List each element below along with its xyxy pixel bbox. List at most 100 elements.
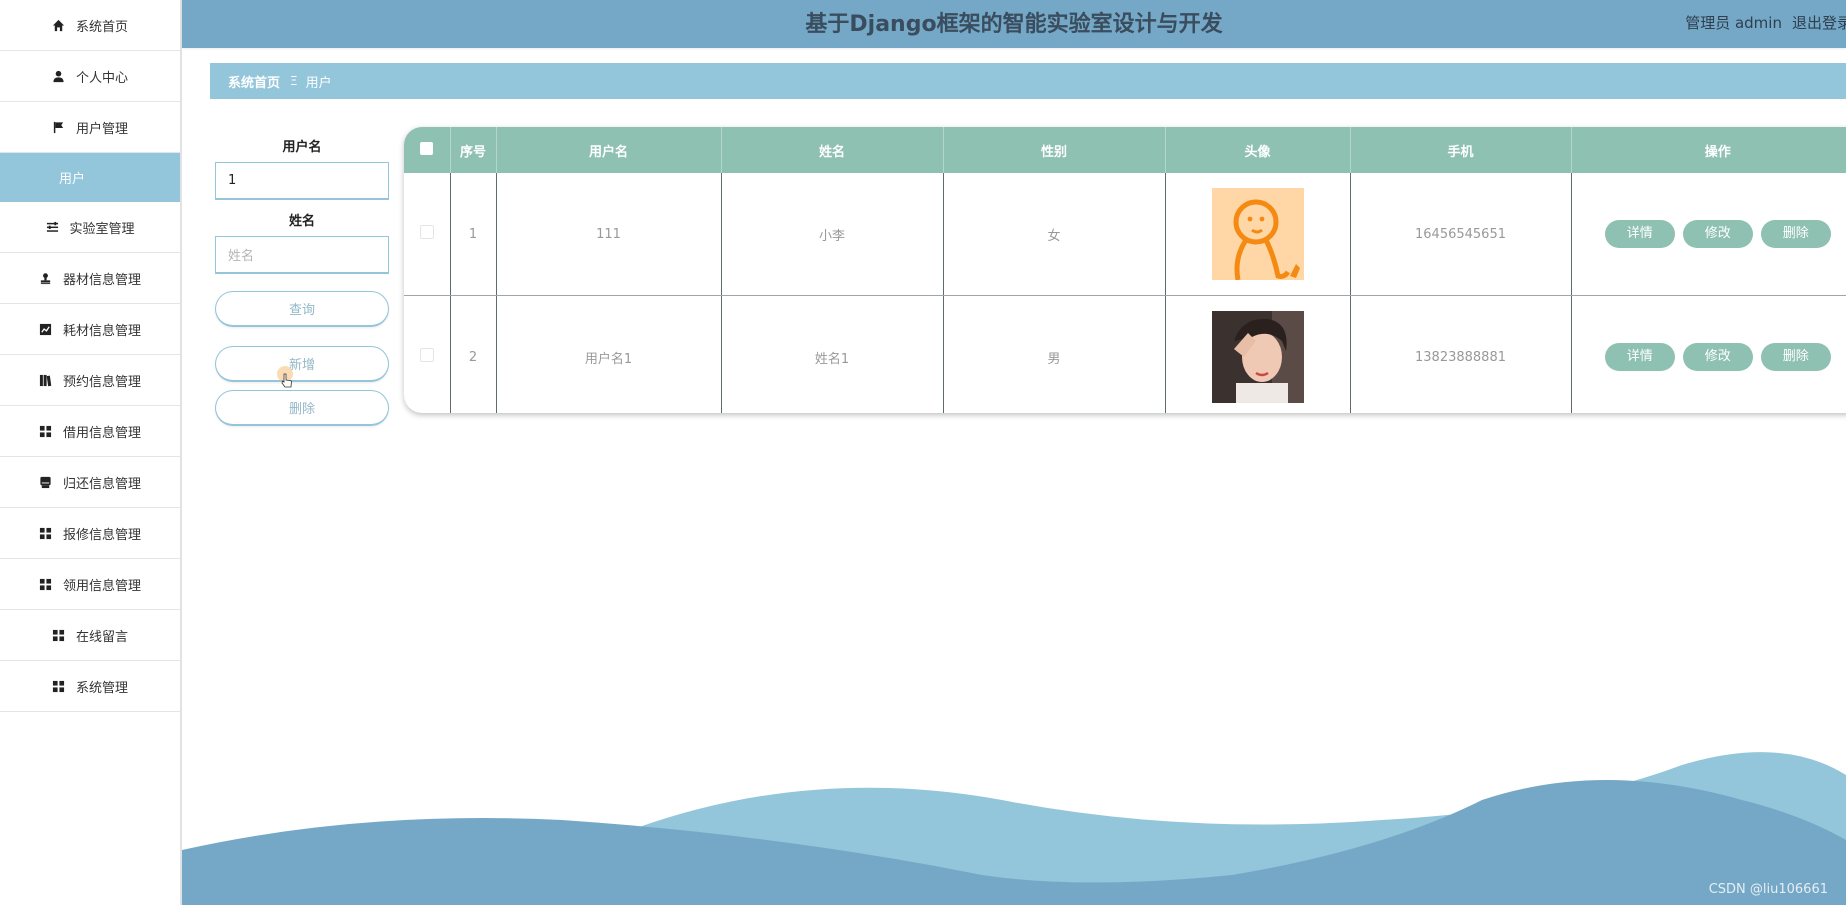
sidebar-item-home[interactable]: 系统首页	[0, 0, 180, 51]
edit-button[interactable]: 修改	[1682, 343, 1753, 371]
table-header-row: 序号 用户名 姓名 性别 头像 手机 操作	[404, 127, 1846, 173]
grid-icon	[39, 526, 53, 540]
cell-avatar	[1165, 295, 1351, 413]
drive-icon	[39, 475, 53, 489]
breadcrumb-current: 用户	[305, 75, 332, 91]
sidebar-item-label: 器材信息管理	[62, 272, 141, 288]
column-header: 用户名	[496, 127, 722, 173]
stamp-icon	[39, 271, 53, 285]
row-select-cell	[404, 173, 451, 296]
grid-icon	[52, 679, 66, 693]
row-checkbox[interactable]	[419, 225, 434, 239]
breadcrumb: 系统首页 Ξ 用户	[210, 63, 1846, 99]
row-delete-button[interactable]: 删除	[1760, 220, 1831, 248]
grid-icon	[39, 577, 53, 591]
username-label: 用户名	[282, 140, 322, 155]
page-title: 基于Django框架的智能实验室设计与开发	[805, 12, 1223, 37]
add-button[interactable]: 新增	[215, 346, 389, 382]
cell-index: 1	[450, 173, 497, 296]
user-table: 序号 用户名 姓名 性别 头像 手机 操作 1 111 小李 女 1645654…	[404, 127, 1846, 413]
cell-phone: 16456545651	[1350, 173, 1572, 296]
sidebar-item-users[interactable]: 用户	[0, 153, 180, 202]
sidebar-item-label: 系统首页	[75, 19, 128, 35]
sidebar-item-reservations[interactable]: 预约信息管理	[0, 355, 180, 406]
sidebar-item-system[interactable]: 系统管理	[0, 661, 180, 712]
cell-index: 2	[450, 295, 497, 413]
top-header: 基于Django框架的智能实验室设计与开发 管理员 admin 退出登录	[182, 0, 1846, 48]
table-row: 1 111 小李 女 16456545651 详情 修改 删除	[404, 173, 1846, 296]
watermark: CSDN @liu106661	[1708, 882, 1828, 897]
select-all-header[interactable]	[404, 127, 451, 173]
sidebar-item-personal-center[interactable]: 个人中心	[0, 51, 180, 102]
row-checkbox[interactable]	[419, 348, 434, 362]
sidebar-item-borrowing[interactable]: 借用信息管理	[0, 406, 180, 457]
edit-button[interactable]: 修改	[1682, 220, 1753, 248]
sidebar-item-lab-management[interactable]: 实验室管理	[0, 202, 180, 253]
sidebar-item-label: 个人中心	[75, 70, 128, 86]
select-all-checkbox[interactable]	[420, 141, 434, 155]
sidebar-item-messages[interactable]: 在线留言	[0, 610, 180, 661]
column-header: 姓名	[721, 127, 944, 173]
sidebar-item-equipment[interactable]: 器材信息管理	[0, 253, 180, 304]
column-header: 手机	[1350, 127, 1572, 173]
hand-cursor-icon	[281, 373, 292, 388]
sidebar-item-label: 在线留言	[75, 629, 128, 645]
cell-gender: 男	[943, 295, 1166, 413]
cartoon-avatar-image	[1211, 188, 1304, 280]
search-panel: 用户名 1 姓名 姓名 查询 新增 删除	[215, 130, 389, 426]
column-header: 序号	[450, 127, 497, 173]
user-label: 管理员 admin	[1685, 14, 1782, 32]
user-area: 管理员 admin 退出登录	[1675, 12, 1846, 33]
sidebar-item-returns[interactable]: 归还信息管理	[0, 457, 180, 508]
cell-phone: 13823888881	[1350, 295, 1572, 413]
sidebar: 系统首页 个人中心 用户管理 用户 实验室管理 器材信息管理 耗材信息管理 预约…	[0, 0, 182, 905]
home-icon	[52, 18, 66, 32]
breadcrumb-separator: Ξ	[290, 74, 298, 88]
detail-button[interactable]: 详情	[1604, 343, 1675, 371]
person-icon	[52, 69, 66, 83]
column-header: 头像	[1165, 127, 1351, 173]
cell-name: 小李	[721, 173, 944, 296]
cell-actions: 详情 修改 删除	[1571, 173, 1846, 296]
sidebar-item-label: 用户	[58, 172, 85, 187]
sliders-icon	[45, 220, 59, 234]
row-select-cell	[404, 295, 451, 413]
cell-username: 111	[496, 173, 722, 296]
decorative-waves	[182, 752, 1846, 905]
sidebar-item-label: 预约信息管理	[62, 374, 141, 390]
grid-icon	[52, 628, 66, 642]
sidebar-item-label: 耗材信息管理	[62, 323, 141, 339]
grid-icon	[39, 424, 53, 438]
cell-username: 用户名1	[496, 295, 722, 413]
sidebar-item-repairs[interactable]: 报修信息管理	[0, 508, 180, 559]
cell-actions: 详情 修改 删除	[1571, 295, 1846, 413]
book-icon	[39, 373, 53, 387]
delete-button[interactable]: 删除	[215, 390, 389, 426]
cell-gender: 女	[943, 173, 1166, 296]
breadcrumb-home[interactable]: 系统首页	[228, 72, 280, 91]
cell-name: 姓名1	[721, 295, 944, 413]
sidebar-item-label: 报修信息管理	[62, 527, 141, 543]
query-button[interactable]: 查询	[215, 291, 389, 327]
data-table: 序号 用户名 姓名 性别 头像 手机 操作 1 111 小李 女 1645654…	[404, 127, 1846, 413]
detail-button[interactable]: 详情	[1604, 220, 1675, 248]
name-input[interactable]: 姓名	[215, 236, 389, 274]
sidebar-item-label: 实验室管理	[69, 221, 135, 237]
sidebar-item-requisitions[interactable]: 领用信息管理	[0, 559, 180, 610]
logout-link[interactable]: 退出登录	[1792, 14, 1846, 32]
username-input[interactable]: 1	[215, 162, 389, 200]
column-header: 性别	[943, 127, 1166, 173]
flag-icon	[52, 120, 66, 134]
table-row: 2 用户名1 姓名1 男 13823888881 详情 修改 删除	[404, 295, 1846, 413]
sidebar-item-label: 系统管理	[75, 680, 128, 696]
chart-icon	[39, 322, 53, 336]
sidebar-item-consumables[interactable]: 耗材信息管理	[0, 304, 180, 355]
sidebar-item-label: 归还信息管理	[62, 476, 141, 492]
sidebar-item-user-management[interactable]: 用户管理	[0, 102, 180, 153]
row-delete-button[interactable]: 删除	[1760, 343, 1831, 371]
name-label: 姓名	[288, 214, 315, 229]
sidebar-item-label: 用户管理	[75, 121, 128, 137]
sidebar-item-label: 领用信息管理	[62, 578, 141, 594]
sidebar-item-label: 借用信息管理	[62, 425, 141, 441]
photo-avatar-image	[1211, 311, 1304, 403]
